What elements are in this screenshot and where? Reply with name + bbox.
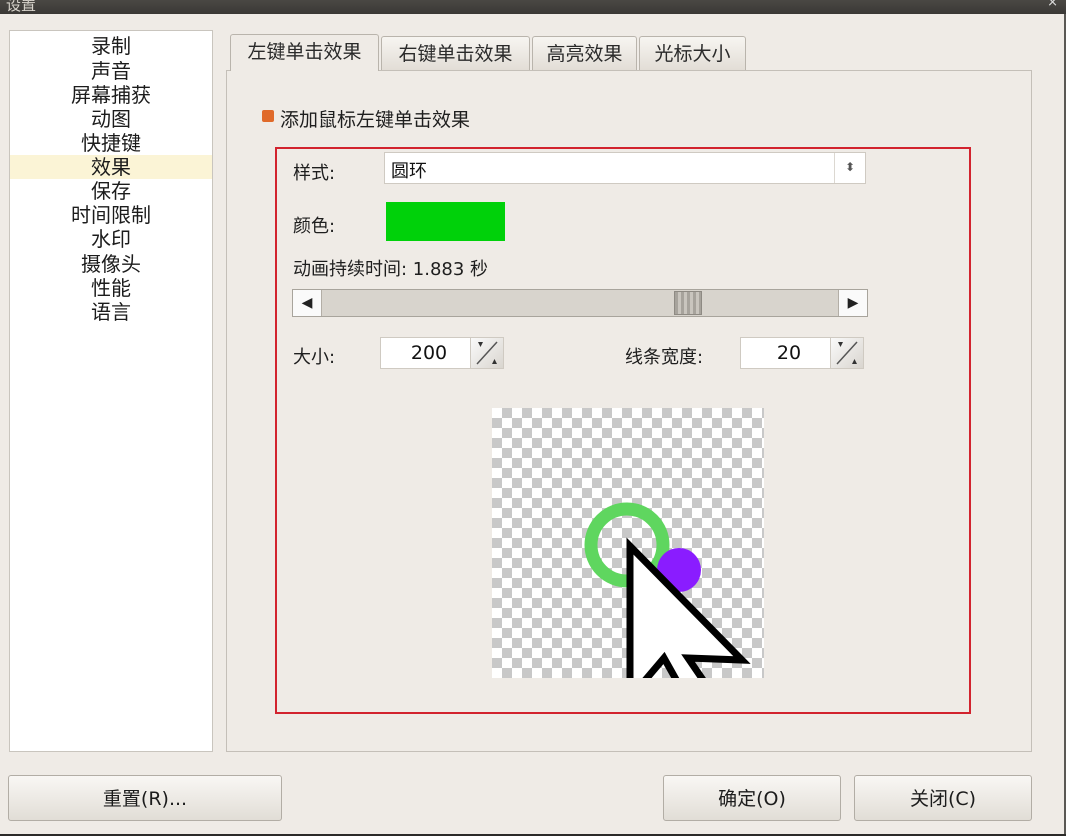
tab-cursor-size[interactable]: 光标大小 (639, 36, 746, 70)
sidebar-item-gif[interactable]: 动图 (10, 107, 212, 131)
style-label: 样式: (293, 163, 336, 184)
sidebar-item-time-limit[interactable]: 时间限制 (10, 203, 212, 227)
updown-arrow-icon[interactable]: ⬍ (834, 153, 865, 183)
color-label: 颜色: (293, 216, 336, 237)
enable-left-click-checkbox[interactable] (262, 110, 274, 122)
sidebar-item-language[interactable]: 语言 (10, 300, 212, 324)
window-title: 设置 (6, 0, 37, 14)
close-button[interactable]: 关闭(C) (854, 775, 1032, 821)
sidebar-item-watermark[interactable]: 水印 (10, 227, 212, 251)
arrow-right-icon[interactable]: ▶ (838, 290, 867, 316)
tab-highlight-effect[interactable]: 高亮效果 (532, 36, 637, 70)
sidebar-item-effects[interactable]: 效果 (10, 155, 212, 179)
spin-arrows-icon[interactable] (470, 338, 503, 368)
arrow-left-icon[interactable]: ◀ (293, 290, 322, 316)
duration-slider-thumb[interactable] (673, 291, 702, 315)
title-bar: 设置 × (0, 0, 1066, 14)
tab-right-click-effect[interactable]: 右键单击效果 (381, 36, 530, 70)
sidebar-item-save[interactable]: 保存 (10, 179, 212, 203)
sidebar-item-audio[interactable]: 声音 (10, 59, 212, 83)
size-spinbox[interactable]: 200 (380, 337, 504, 369)
sidebar-item-performance[interactable]: 性能 (10, 276, 212, 300)
color-swatch-button[interactable] (386, 202, 505, 241)
sidebar-item-screen-capture[interactable]: 屏幕捕获 (10, 83, 212, 107)
duration-label: 动画持续时间: 1.883 秒 (293, 259, 489, 280)
settings-category-list: 录制 声音 屏幕捕获 动图 快捷键 效果 保存 时间限制 水印 摄像头 性能 语… (9, 30, 213, 752)
close-icon[interactable]: × (1047, 0, 1058, 10)
spin-arrows-icon[interactable] (830, 338, 863, 368)
style-select-value: 圆环 (391, 161, 427, 182)
line-width-label: 线条宽度: (625, 347, 704, 368)
enable-left-click-label[interactable]: 添加鼠标左键单击效果 (280, 105, 470, 132)
reset-button[interactable]: 重置(R)... (8, 775, 282, 821)
sidebar-item-webcam[interactable]: 摄像头 (10, 252, 212, 276)
style-select[interactable]: 圆环 ⬍ (384, 152, 866, 184)
size-label: 大小: (293, 347, 336, 368)
duration-slider[interactable]: ◀ ▶ (292, 289, 868, 317)
sidebar-item-record[interactable]: 录制 (10, 34, 212, 58)
line-width-value: 20 (776, 342, 802, 364)
ok-button[interactable]: 确定(O) (663, 775, 841, 821)
size-value: 200 (410, 342, 448, 364)
sidebar-item-hotkeys[interactable]: 快捷键 (10, 131, 212, 155)
effect-preview (492, 408, 764, 678)
tab-left-click-effect[interactable]: 左键单击效果 (230, 34, 379, 71)
line-width-spinbox[interactable]: 20 (740, 337, 864, 369)
